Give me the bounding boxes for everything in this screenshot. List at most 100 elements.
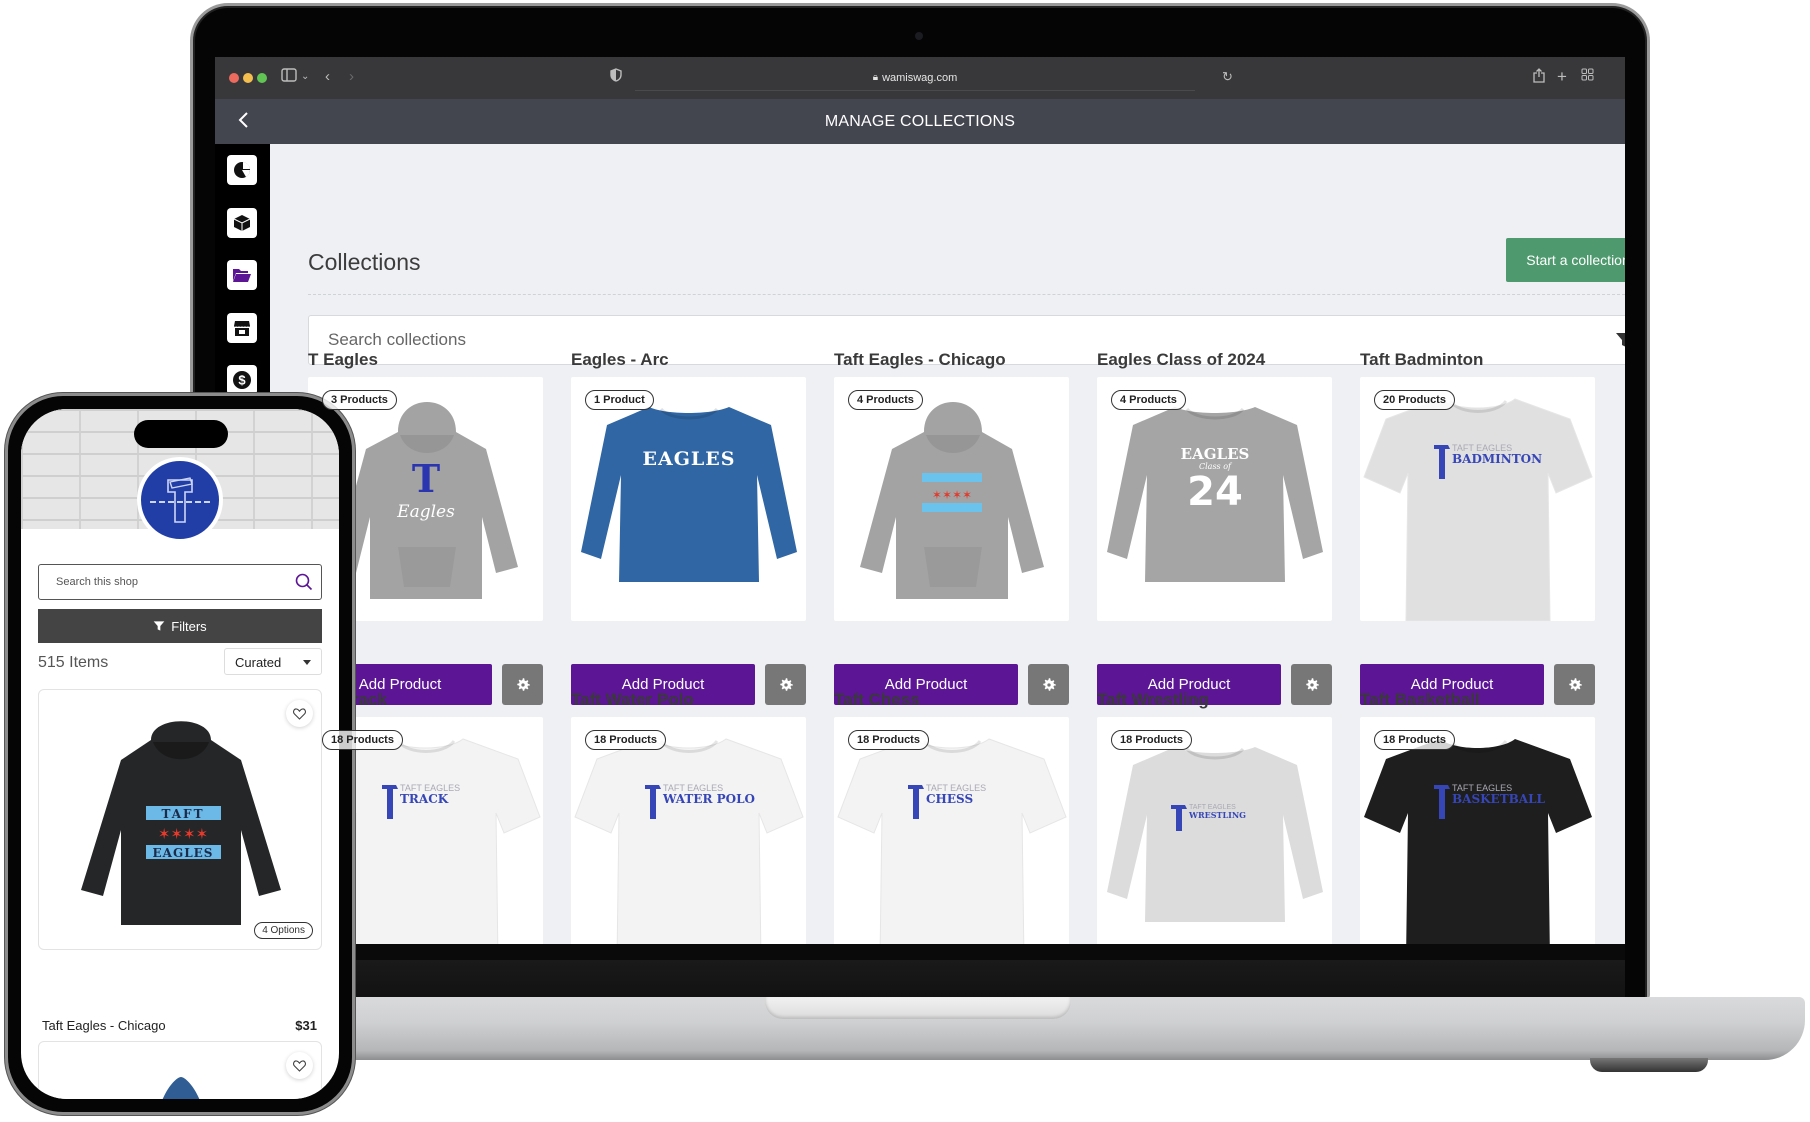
favorite-button[interactable] [286,1052,313,1079]
maximize-window-button[interactable] [257,73,267,83]
box-icon [233,215,251,231]
product-count-badge: 18 Products [322,730,403,750]
filter-button[interactable] [1615,331,1625,354]
caret-down-icon [303,660,311,669]
divider [308,294,1625,295]
folder-open-icon [233,269,251,282]
back-nav-icon[interactable]: ‹ [325,68,330,86]
sort-select[interactable]: Curated [224,648,322,675]
header-title: MANAGE COLLECTIONS [824,113,1016,130]
svg-text:$: $ [238,373,246,388]
product-count-badge: 18 Products [848,730,929,750]
collection-card[interactable]: 18 Products TAFT EAGLES BASKETBALL [1360,717,1595,944]
sidebar-item-payouts[interactable]: $ [227,365,257,395]
lock-icon: 🔒︎ [872,72,879,83]
address-bar[interactable]: 🔒︎ wamiswag.com [635,65,1195,91]
collection-card[interactable]: 4 Products ✶✶✶✶ [834,377,1069,621]
minimize-window-button[interactable] [243,73,253,83]
collection-item: Taft Eagles - Chicago 4 Products ✶✶✶✶ Add… [834,350,1069,705]
new-tab-icon[interactable]: + [1557,68,1567,86]
product-image: EAGLES Class of 24 [1107,407,1323,582]
reload-icon[interactable]: ↻ [1222,68,1233,86]
collection-title[interactable]: T Eagles [308,350,543,372]
pie-chart-icon [234,162,251,178]
collection-title[interactable]: Taft Eagles - Chicago [834,350,1069,372]
search-icon[interactable] [295,573,313,591]
heart-icon [293,707,306,720]
product-image: ✶✶✶✶ [860,402,1044,599]
favorite-button[interactable] [286,700,313,727]
product-image: TAFT EAGLES WATER POLO [574,738,804,944]
product-count-badge: 20 Products [1374,390,1455,410]
start-collection-button[interactable]: Start a collection [1506,238,1625,282]
product-image: TAFT EAGLES CHESS [837,738,1067,944]
product-count-badge: 18 Products [1111,730,1192,750]
dynamic-island [134,420,228,448]
collection-item: Eagles Class of 2024 4 Products EAGLES Cl… [1097,350,1332,705]
heart-icon [293,1059,306,1072]
collection-card[interactable]: 18 Products TAFT EAGLES WRESTLING [1097,717,1332,944]
forward-nav-icon[interactable]: › [349,68,354,86]
laptop-bezel-bottom [215,944,1625,997]
collection-item: Eagles - Arc 1 Product EAGLES Add Product [571,350,806,705]
svg-text:BASKETBALL: BASKETBALL [1452,792,1546,806]
svg-text:EAGLES: EAGLES [153,846,214,860]
product-image: TAFT ✶✶✶✶ EAGLES [81,721,281,925]
product-image: TAFT EAGLES WRESTLING [1107,747,1323,922]
product-count-badge: 18 Products [1374,730,1455,750]
dollar-circle-icon: $ [233,371,251,389]
svg-text:✶✶✶✶: ✶✶✶✶ [158,825,208,843]
collection-card[interactable]: 20 Products TAFT EAGLES BADMINTON [1360,377,1595,621]
product-count-badge: 4 Products [848,390,923,410]
collection-title[interactable]: Eagles - Arc [571,350,806,372]
collection-card[interactable]: 4 Products EAGLES Class of 24 [1097,377,1332,621]
chevron-down-icon[interactable]: ⌄ [301,68,309,86]
search-input[interactable] [328,330,1528,350]
collection-title[interactable]: Taft Wrestling [1097,690,1332,712]
tab-overview-icon[interactable] [1581,68,1594,86]
svg-text:EAGLES: EAGLES [642,448,735,470]
sidebar-item-products[interactable] [227,208,257,238]
share-icon[interactable] [1533,68,1545,88]
product-count-badge: 18 Products [585,730,666,750]
collection-card[interactable]: 1 Product EAGLES [571,377,806,621]
svg-text:TRACK: TRACK [400,792,449,806]
privacy-shield-icon[interactable] [610,68,622,87]
collection-title[interactable]: Taft Badminton [1360,350,1595,372]
product-count-badge: 3 Products [322,390,397,410]
svg-text:24: 24 [1187,469,1243,515]
sidebar-item-store[interactable] [227,313,257,343]
sidebar-item-dashboard[interactable] [227,155,257,185]
sidebar-item-collections[interactable] [227,260,257,290]
product-card[interactable]: TAFT ✶✶✶✶ EAGLES 4 Options [38,689,322,950]
shop-search[interactable]: Search this shop [38,564,322,600]
collection-title[interactable]: Taft Water Polo [571,690,806,712]
close-window-button[interactable] [229,73,239,83]
collection-item: Taft Chess 18 Products TAFT EAGLES CHESS [834,690,1069,944]
collection-card[interactable]: 18 Products TAFT EAGLES WATER POLO [571,717,806,944]
filters-button[interactable]: Filters [38,609,322,643]
item-count: 515 Items [38,654,109,671]
collection-title[interactable]: Taft Chess [834,690,1069,712]
collection-title[interactable]: Eagles Class of 2024 [1097,350,1332,372]
laptop-camera [915,32,923,40]
svg-text:WATER POLO: WATER POLO [662,792,755,806]
app-header: MANAGE COLLECTIONS [215,99,1625,144]
laptop-screen: ⌄ ‹ › 🔒︎ wamiswag.com ↻ + MANAGE COLLECT… [215,57,1625,944]
sidebar-toggle-icon[interactable] [281,68,297,87]
collection-item: Taft Wrestling 18 Products TAFT EAGLES WR… [1097,690,1332,944]
filter-icon [153,621,165,631]
laptop-opening-notch [765,997,1071,1019]
shop-logo [137,457,223,543]
svg-text:T: T [412,456,440,501]
svg-text:WRESTLING: WRESTLING [1188,810,1246,820]
product-image: TAFT EAGLES BASKETBALL [1364,739,1592,944]
shop-search-placeholder: Search this shop [56,576,138,588]
collections-page: Collections Start a collection T Eagles 3… [270,144,1625,944]
filters-label: Filters [171,618,207,634]
collection-title[interactable]: Taft Basketball [1360,690,1595,712]
product-name[interactable]: Taft Eagles - Chicago [42,1018,166,1033]
product-card[interactable] [38,1041,322,1099]
filter-icon [1616,333,1625,347]
collection-card[interactable]: 18 Products TAFT EAGLES CHESS [834,717,1069,944]
